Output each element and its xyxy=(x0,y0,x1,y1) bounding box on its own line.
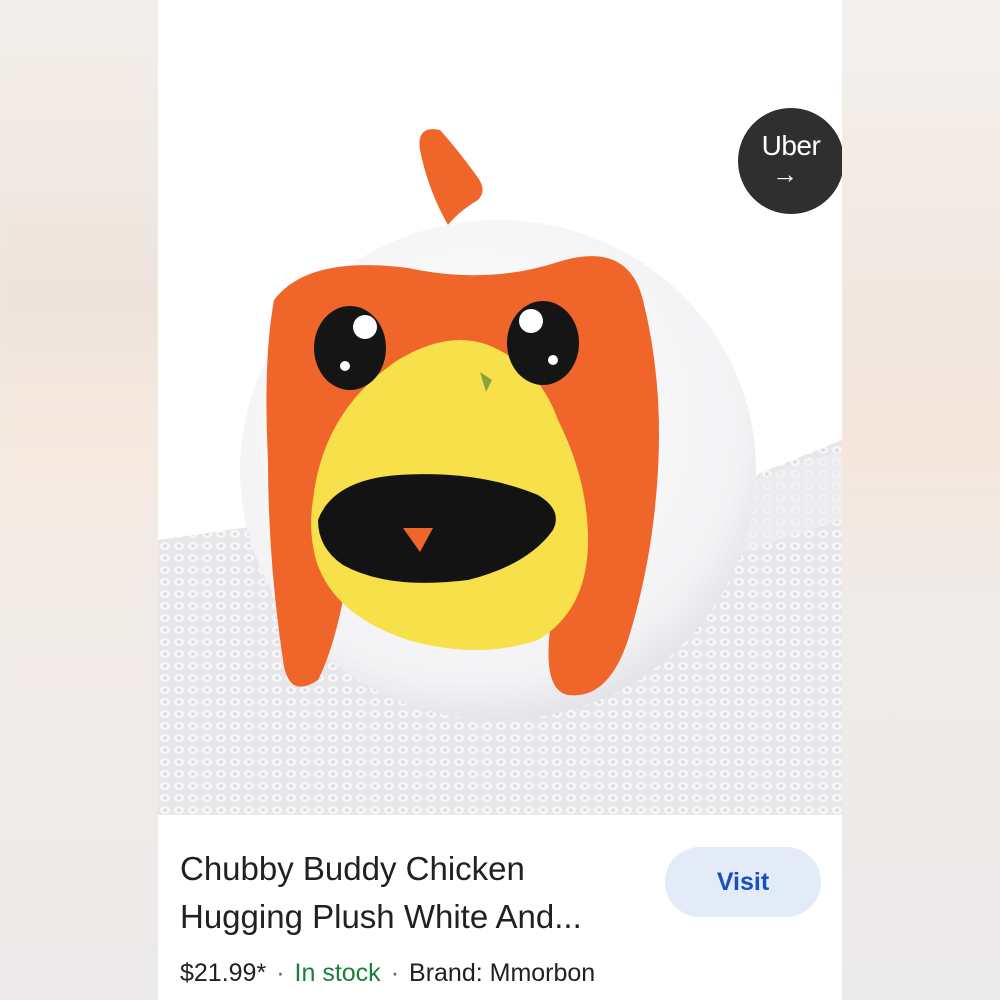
visit-button[interactable]: Visit xyxy=(665,847,821,917)
right-eye xyxy=(507,301,579,385)
blurred-background-left xyxy=(0,0,158,1000)
product-meta: $21.99* · In stock · Brand: Mmorbon xyxy=(180,957,595,989)
product-title[interactable]: Chubby Buddy Chicken Hugging Plush White… xyxy=(180,845,650,941)
product-image[interactable]: Uber → xyxy=(158,0,842,815)
blurred-background-right xyxy=(842,0,1000,1000)
comb xyxy=(419,129,483,225)
left-eye xyxy=(314,306,386,390)
uber-ad-badge[interactable]: Uber → xyxy=(738,108,842,214)
arrow-right-icon: → xyxy=(772,159,798,189)
chicken-plush-illustration xyxy=(158,129,842,815)
price: $21.99* xyxy=(180,959,267,987)
product-title-line-1: Chubby Buddy Chicken xyxy=(180,850,525,887)
stock-status: In stock xyxy=(294,959,381,987)
product-title-line-2: Hugging Plush White And... xyxy=(180,898,582,935)
separator-dot: · xyxy=(390,959,400,987)
screenshot-frame: Uber → Chubby Buddy Chicken Hugging Plus… xyxy=(0,0,1000,1000)
brand: Brand: Mmorbon xyxy=(409,959,596,987)
product-card[interactable]: Uber → Chubby Buddy Chicken Hugging Plus… xyxy=(158,0,842,1000)
separator-dot: · xyxy=(276,959,285,987)
uber-label: Uber xyxy=(761,130,821,161)
product-info: Chubby Buddy Chicken Hugging Plush White… xyxy=(158,815,842,1000)
